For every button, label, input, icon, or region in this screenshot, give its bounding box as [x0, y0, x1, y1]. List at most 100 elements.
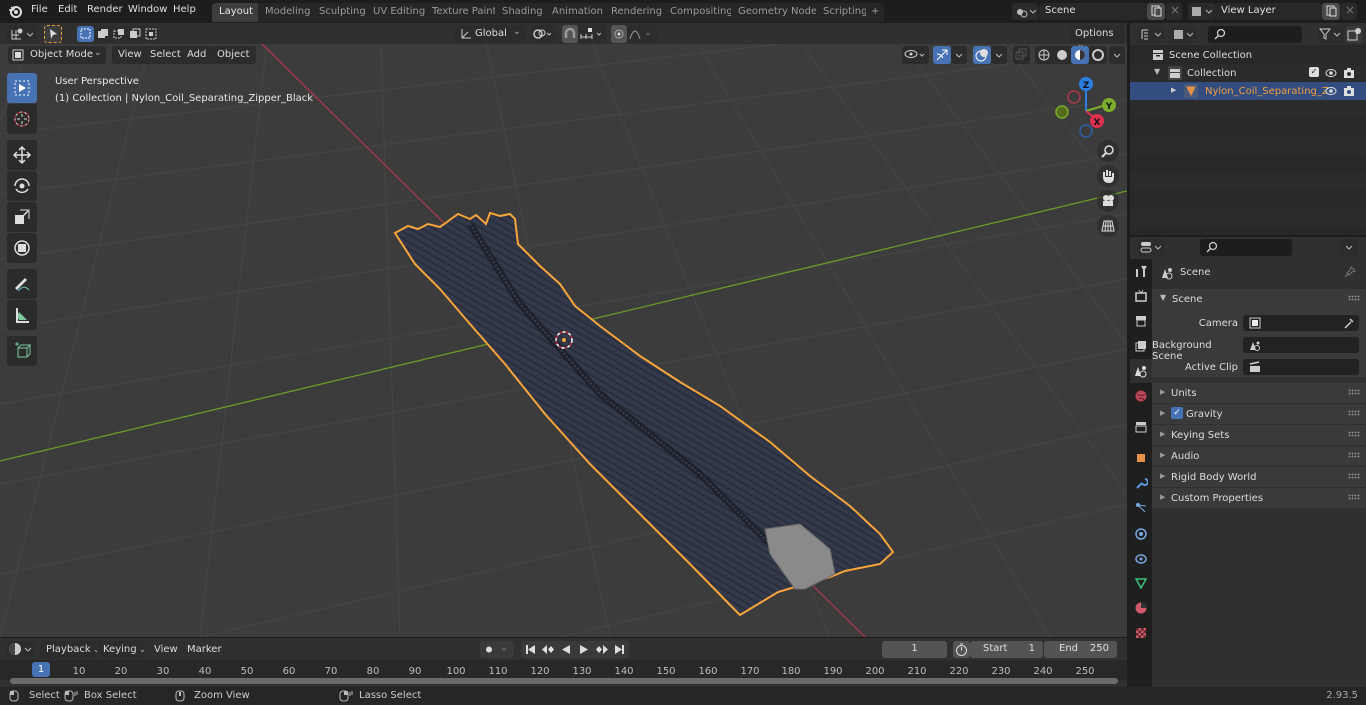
menu-object[interactable]: Object [211, 46, 256, 64]
panel-gravity[interactable]: ▶ ✓ Gravity [1152, 404, 1366, 424]
exclude-checkbox[interactable]: ✓ [1309, 67, 1319, 77]
zoom-view-icon[interactable] [1097, 140, 1119, 162]
tool-tab-icon[interactable] [1130, 259, 1152, 283]
active-clip-field[interactable] [1243, 359, 1359, 375]
menu-help[interactable]: Help [173, 4, 196, 15]
pivot-point-icon[interactable] [530, 25, 556, 43]
menu-view[interactable]: View [154, 644, 178, 655]
jump-to-next-keyframe-icon[interactable] [594, 643, 610, 659]
snap-target-increment-icon[interactable] [578, 25, 606, 43]
cursor-tool-icon[interactable] [7, 104, 37, 134]
tab-compositing[interactable]: Compositing [663, 3, 740, 22]
playback-dropdown[interactable]: Playback⌄ [40, 641, 100, 659]
jump-to-prev-keyframe-icon[interactable] [540, 643, 556, 659]
background-scene-field[interactable] [1243, 337, 1359, 353]
options-dropdown[interactable]: Options ⌄ [1069, 25, 1124, 50]
select-new-icon[interactable] [77, 26, 94, 42]
collection-tab-icon[interactable] [1130, 415, 1152, 439]
select-box-tool-icon[interactable] [7, 73, 37, 103]
play-reverse-icon[interactable] [559, 643, 573, 659]
visibility-eye-icon[interactable] [1325, 85, 1337, 97]
zipper-mesh[interactable] [393, 211, 895, 617]
texture-tab-icon[interactable] [1130, 621, 1152, 645]
menu-file[interactable]: File [31, 4, 48, 15]
current-frame-field[interactable]: 1 [882, 641, 947, 658]
wireframe-shading-icon[interactable] [1035, 46, 1053, 64]
view-layer-selector-icon[interactable] [1188, 3, 1215, 20]
outliner-editor-type-icon[interactable] [1138, 26, 1165, 43]
panel-custom-properties[interactable]: ▶ Custom Properties [1152, 488, 1366, 508]
expand-arrow-icon[interactable]: ▶ [1171, 86, 1176, 94]
panel-audio[interactable]: ▶ Audio [1152, 446, 1366, 466]
move-tool-icon[interactable] [7, 140, 37, 170]
camera-view-icon[interactable] [1097, 190, 1119, 212]
solid-shading-icon[interactable] [1053, 46, 1071, 64]
tab-geometry-nodes[interactable]: Geometry Nodes [731, 3, 830, 22]
scene-name-field[interactable]: Scene [1039, 3, 1147, 20]
properties-editor-type-icon[interactable] [1138, 239, 1165, 256]
panel-units[interactable]: ▶ Units [1152, 383, 1366, 403]
object-data-mesh-tab-icon[interactable] [1130, 571, 1152, 595]
filter-icon[interactable] [1317, 26, 1344, 43]
scene-tab-icon[interactable] [1130, 359, 1152, 383]
render-camera-icon[interactable] [1343, 67, 1355, 79]
add-workspace-button[interactable]: + [866, 3, 885, 22]
gravity-checkbox[interactable]: ✓ [1171, 407, 1183, 419]
drag-handle-icon[interactable] [1348, 389, 1360, 395]
transform-tool-icon[interactable] [7, 233, 37, 263]
menu-render[interactable]: Render [87, 4, 123, 15]
render-tab-icon[interactable] [1130, 284, 1152, 308]
physics-tab-icon[interactable] [1130, 521, 1152, 545]
constraints-tab-icon[interactable] [1130, 546, 1152, 570]
scene-panel-header[interactable]: ▼ Scene [1152, 289, 1366, 309]
xray-toggle-icon[interactable] [1013, 46, 1030, 64]
new-view-layer-icon[interactable] [1322, 3, 1340, 20]
blender-logo-icon[interactable] [8, 4, 22, 18]
display-mode-icon[interactable] [1170, 26, 1197, 43]
drag-handle-icon[interactable] [1348, 494, 1360, 500]
select-intersect-icon[interactable] [143, 26, 159, 42]
menu-marker[interactable]: Marker [187, 644, 222, 655]
particles-tab-icon[interactable] [1130, 496, 1152, 520]
add-cube-tool-icon[interactable] [7, 336, 37, 366]
tab-rendering[interactable]: Rendering [604, 3, 670, 22]
world-tab-icon[interactable] [1130, 384, 1152, 408]
show-gizmo-icon[interactable] [933, 46, 951, 64]
render-camera-icon[interactable] [1343, 85, 1355, 97]
material-preview-shading-icon[interactable] [1071, 46, 1089, 64]
tab-animation[interactable]: Animation [545, 3, 610, 22]
playhead[interactable]: 1 [32, 662, 50, 677]
delete-scene-icon[interactable]: × [1166, 3, 1182, 20]
tab-texture-paint[interactable]: Texture Paint [425, 3, 504, 22]
drag-handle-icon[interactable] [1348, 410, 1360, 416]
show-overlays-icon[interactable] [973, 46, 991, 64]
output-tab-icon[interactable] [1130, 309, 1152, 333]
pan-view-hand-icon[interactable] [1097, 165, 1119, 187]
start-frame-field[interactable]: Start 1 [970, 641, 1043, 658]
jump-to-end-icon[interactable] [613, 643, 627, 659]
modifier-wrench-tab-icon[interactable] [1130, 471, 1152, 495]
camera-field[interactable] [1243, 315, 1359, 331]
jump-to-start-icon[interactable] [523, 643, 537, 659]
tab-uv-editing[interactable]: UV Editing [366, 3, 433, 22]
panel-keying-sets[interactable]: ▶ Keying Sets [1152, 425, 1366, 445]
menu-edit[interactable]: Edit [58, 4, 77, 15]
outliner-search-input[interactable] [1208, 26, 1302, 43]
outliner-row-collection[interactable]: ▼ Collection ✓ [1130, 64, 1366, 82]
visibility-eye-icon[interactable] [1325, 67, 1337, 79]
select-extend-icon[interactable] [95, 26, 111, 42]
expand-arrow-icon[interactable]: ▼ [1154, 67, 1160, 76]
gizmo-options-icon[interactable] [951, 46, 967, 64]
timeline-scrollbar[interactable] [10, 678, 1118, 684]
select-invert-icon[interactable] [127, 26, 143, 42]
drag-handle-icon[interactable] [1348, 473, 1360, 479]
navigation-gizmo[interactable]: Z Y X [1050, 74, 1120, 144]
tweak-select-tool-icon[interactable] [44, 25, 62, 43]
menu-view[interactable]: View [112, 46, 148, 64]
drag-handle-icon[interactable] [1348, 295, 1360, 301]
properties-search-input[interactable] [1200, 239, 1292, 256]
select-subtract-icon[interactable] [111, 26, 127, 42]
scale-tool-icon[interactable] [7, 202, 37, 232]
perspective-toggle-grid-icon[interactable] [1097, 215, 1119, 237]
tab-shading[interactable]: Shading [495, 3, 550, 22]
